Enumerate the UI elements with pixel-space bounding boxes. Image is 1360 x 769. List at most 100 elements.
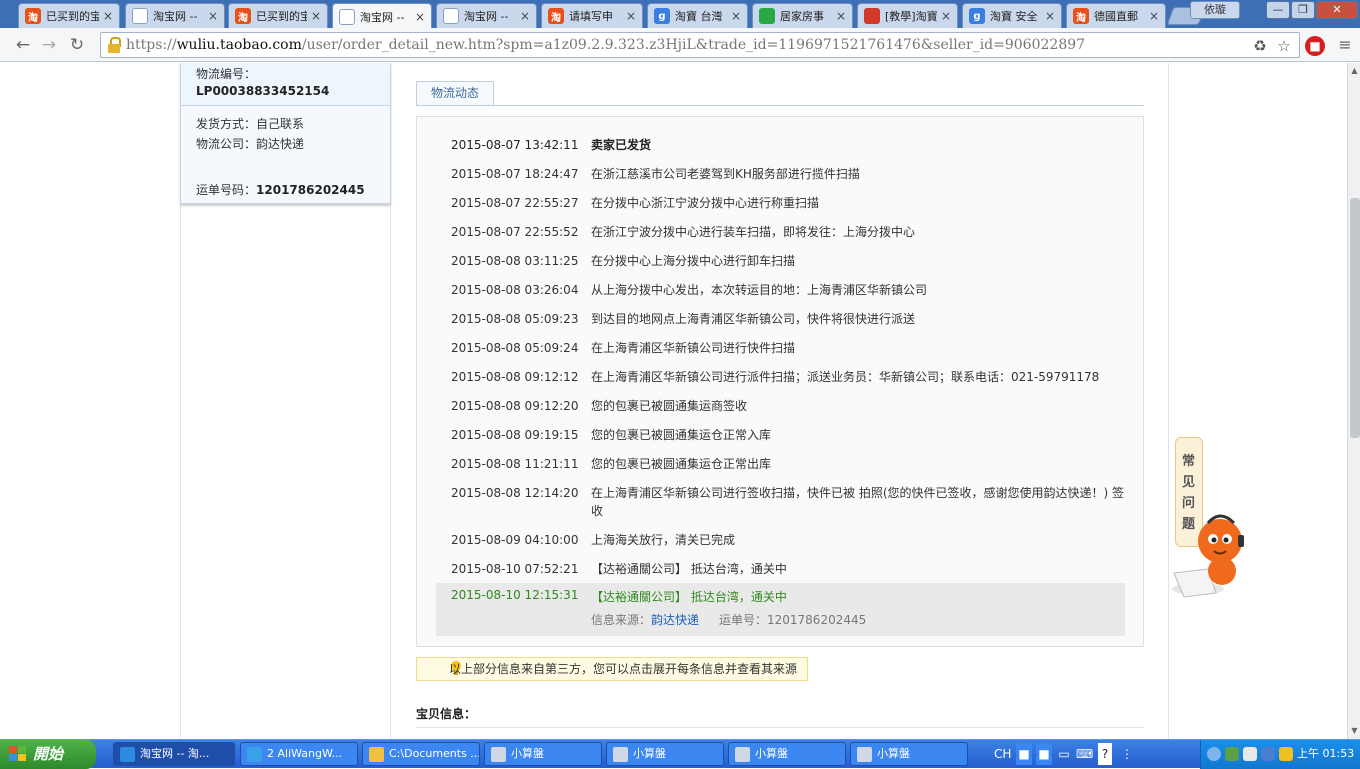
log-message: 上海海关放行，清关已完成 (591, 533, 736, 547)
warning-icon[interactable] (1279, 747, 1293, 761)
minimize-button[interactable]: — (1266, 1, 1290, 19)
browser-tab[interactable]: [教學]淘寶 × (857, 3, 958, 28)
log-entry[interactable]: 2015-08-07 18:24:47 在浙江慈溪市公司老婆驾到KH服务部进行揽件… (451, 165, 1131, 183)
taskbar-item[interactable]: 小算盤 (728, 742, 846, 766)
log-entry[interactable]: 2015-08-07 13:42:11 卖家已发货 (451, 136, 1131, 154)
browser-tab[interactable]: 淘宝网 -- × (332, 3, 432, 29)
log-entry[interactable]: 2015-08-08 12:14:20 在上海青浦区华新镇公司进行签收扫描，快件已… (451, 484, 1131, 522)
start-button[interactable]: 開始 (0, 740, 96, 769)
app-icon (491, 747, 506, 762)
mascot-icon[interactable] (1170, 511, 1250, 601)
browser-tab[interactable]: 居家房事 × (752, 3, 853, 28)
volume-icon[interactable] (1243, 747, 1257, 761)
log-source: 信息来源：韵达快递 (591, 613, 700, 627)
taskbar-item[interactable]: 小算盤 (606, 742, 724, 766)
app-icon (735, 747, 750, 762)
scroll-thumb[interactable] (1350, 198, 1360, 438)
close-tab-icon[interactable]: × (1045, 9, 1055, 23)
ime-keyboard-icon[interactable]: ⌨ (1076, 743, 1093, 765)
close-tab-icon[interactable]: × (626, 9, 636, 23)
taskbar-item[interactable]: 小算盤 (484, 742, 602, 766)
log-entry[interactable]: 2015-08-08 09:12:12 在上海青浦区华新镇公司进行派件扫描；派送业… (451, 368, 1131, 386)
close-window-button[interactable]: ✕ (1316, 1, 1358, 19)
logistics-info-panel: 物流编号： LP00038833452154 发货方式：自己联系 物流公司：韵达… (180, 63, 391, 204)
browser-tab[interactable]: 淘宝网 -- × (125, 3, 225, 28)
log-entry[interactable]: 2015-08-10 07:52:21 【达裕通關公司】 抵达台湾，通关中 (451, 560, 1131, 578)
ime-language[interactable]: CH (994, 743, 1011, 765)
taskbar-item[interactable]: 2 AliWangW... (240, 742, 358, 766)
vertical-scrollbar[interactable]: ▲ ▼ (1347, 63, 1360, 739)
log-entry[interactable]: 2015-08-08 09:19:15 您的包裹已被圆通集运仓正常入库 (451, 426, 1131, 444)
taskbar-item-label: 小算盤 (633, 747, 666, 760)
scroll-down-icon[interactable]: ▼ (1349, 725, 1360, 736)
translate-icon[interactable]: ♻ (1251, 37, 1269, 55)
maximize-button[interactable]: ❐ (1291, 1, 1315, 19)
bookmark-star-icon[interactable]: ☆ (1275, 37, 1293, 55)
close-tab-icon[interactable]: × (836, 9, 846, 23)
ime-toggle-icon[interactable]: ■ (1036, 743, 1052, 765)
ship-method: 发货方式：自己联系 (196, 117, 305, 131)
menu-icon[interactable]: ≡ (1334, 34, 1356, 56)
taskbar: 開始 淘宝网 -- 淘... 2 AliWangW... C:\Documents … (0, 739, 1360, 769)
source-link[interactable]: 韵达快递 (651, 613, 699, 627)
close-tab-icon[interactable]: × (103, 9, 113, 23)
log-entry[interactable]: 2015-08-07 22:55:27 在分拨中心浙江宁波分拨中心进行称重扫描 (451, 194, 1131, 212)
latest-log-entry[interactable]: 2015-08-10 12:15:31 【达裕通關公司】 抵达台湾，通关中 信息… (436, 583, 1125, 636)
browser-tab[interactable]: 淘已买到的宝 × (228, 3, 328, 28)
network-icon[interactable] (1225, 747, 1239, 761)
browser-tab[interactable]: 淘德國直郵 × (1066, 3, 1166, 28)
browser-tab[interactable]: 淘宝网 -- × (436, 3, 537, 28)
close-tab-icon[interactable]: × (208, 9, 218, 23)
green-favicon-icon (759, 8, 775, 24)
profile-badge[interactable]: 依璇 (1190, 1, 1240, 19)
log-entry[interactable]: 2015-08-09 04:10:00 上海海关放行，清关已完成 (451, 531, 1131, 549)
red-favicon-icon (864, 8, 880, 24)
adblock-icon[interactable]: ■ (1305, 36, 1325, 56)
close-tab-icon[interactable]: × (731, 9, 741, 23)
taskbar-item[interactable]: C:\Documents ... (362, 742, 480, 766)
ime-help-icon[interactable]: ? (1098, 743, 1112, 765)
tray-expand-icon[interactable] (1207, 747, 1221, 761)
log-entry[interactable]: 2015-08-08 09:12:20 您的包裹已被圆通集运商签收 (451, 397, 1131, 415)
ime-mode-icon[interactable]: ■ (1016, 743, 1032, 765)
back-button[interactable]: ← (12, 34, 34, 56)
taskbar-item[interactable]: 小算盤 (850, 742, 968, 766)
taskbar-item[interactable]: 淘宝网 -- 淘... (113, 742, 235, 766)
ime-fullwidth-icon[interactable]: ▭ (1056, 743, 1072, 765)
browser-tab[interactable]: 淘已买到的宝 × (18, 3, 120, 28)
divider (1168, 63, 1169, 739)
close-tab-icon[interactable]: × (941, 9, 951, 23)
log-entry[interactable]: 2015-08-08 03:26:04 从上海分拨中心发出，本次转运目的地：上海青… (451, 281, 1131, 299)
taobao-favicon-icon: 淘 (1073, 8, 1089, 24)
close-tab-icon[interactable]: × (415, 10, 425, 24)
browser-tab[interactable]: 淘请填写申 × (541, 3, 643, 28)
waybill-value: 1201786202445 (256, 183, 365, 197)
log-time: 2015-08-07 22:55:52 (451, 225, 579, 239)
tab-logistics-updates[interactable]: 物流动态 (416, 81, 494, 106)
scroll-up-icon[interactable]: ▲ (1349, 65, 1360, 76)
forward-button[interactable]: → (38, 34, 60, 56)
close-tab-icon[interactable]: × (311, 9, 321, 23)
app-icon (369, 747, 384, 762)
security-icon[interactable] (1261, 747, 1275, 761)
close-tab-icon[interactable]: × (520, 9, 530, 23)
address-bar[interactable]: https://wuliu.taobao.com/user/order_deta… (100, 32, 1300, 58)
system-tray: 上午 01:53 (1200, 740, 1360, 769)
log-time: 2015-08-08 09:12:12 (451, 370, 579, 384)
tab-title: 已买到的宝 (46, 10, 99, 23)
system-clock[interactable]: 上午 01:53 (1297, 740, 1354, 768)
reload-button[interactable]: ↻ (66, 34, 88, 56)
browser-tab[interactable]: g 淘寶 台灣 × (647, 3, 748, 28)
taobao-favicon-icon: 淘 (548, 8, 564, 24)
log-entry[interactable]: 2015-08-08 05:09:24 在上海青浦区华新镇公司进行快件扫描 (451, 339, 1131, 357)
log-time: 2015-08-08 05:09:24 (451, 341, 579, 355)
log-time: 2015-08-08 09:19:15 (451, 428, 579, 442)
ime-menu-icon[interactable]: ⋮ (1120, 743, 1134, 765)
log-entry[interactable]: 2015-08-08 05:09:23 到达目的地网点上海青浦区华新镇公司，快件将… (451, 310, 1131, 328)
log-entry[interactable]: 2015-08-07 22:55:52 在浙江宁波分拨中心进行装车扫描，即将发往：… (451, 223, 1131, 241)
log-entry[interactable]: 2015-08-08 03:11:25 在分拨中心上海分拨中心进行卸车扫描 (451, 252, 1131, 270)
browser-tab-strip: 淘已买到的宝 × 淘宝网 -- × 淘已买到的宝 × 淘宝网 -- × 淘宝网 -- × 淘请填写申… (0, 0, 1360, 29)
log-entry[interactable]: 2015-08-08 11:21:11 您的包裹已被圆通集运仓正常出库 (451, 455, 1131, 473)
browser-tab[interactable]: g 淘寶 安全 × (962, 3, 1062, 28)
close-tab-icon[interactable]: × (1149, 9, 1159, 23)
